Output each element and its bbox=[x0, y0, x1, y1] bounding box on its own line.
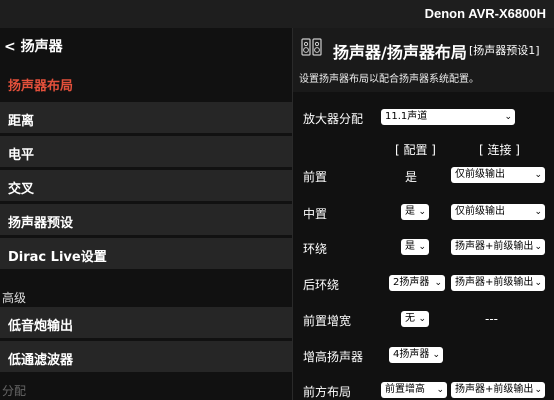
right-panel: 扬声器/扬声器布局 [扬声器预设1] 设置扬声器布局以配合扬声器系统配置。 放大… bbox=[292, 28, 554, 400]
column-config: [ 配置 ] bbox=[395, 143, 436, 157]
menu-item-label: 低通滤波器 bbox=[8, 353, 74, 368]
chevron-down-icon: ⌄ bbox=[534, 278, 542, 288]
select-value: 无 bbox=[405, 313, 415, 324]
row-label-front-wide: 前置增宽 bbox=[303, 314, 352, 328]
chevron-down-icon: ⌄ bbox=[504, 112, 512, 122]
select-value: 扬声器+前级输出 bbox=[455, 384, 534, 395]
model-name: Denon AVR-X6800H bbox=[424, 6, 546, 21]
amp-assign-select[interactable]: 11.1声道 ⌄ bbox=[381, 109, 515, 125]
height-speakers-config-select[interactable]: 4扬声器 ⌄ bbox=[389, 347, 443, 363]
select-value: 扬声器+前级输出 bbox=[455, 277, 534, 288]
select-value: 是 bbox=[405, 241, 415, 252]
menu-item-label: 电平 bbox=[8, 148, 35, 163]
center-config-select[interactable]: 是 ⌄ bbox=[401, 204, 429, 220]
row-label-surround: 环绕 bbox=[303, 242, 328, 256]
chevron-down-icon: ⌄ bbox=[534, 385, 542, 395]
chevron-down-icon: ⌄ bbox=[418, 242, 426, 252]
row-label-surround-back: 后环绕 bbox=[303, 278, 340, 292]
center-connect-select[interactable]: 仅前级输出 ⌄ bbox=[451, 204, 545, 220]
back-button[interactable]: < 扬声器 bbox=[4, 36, 63, 56]
front-wide-connect-value: --- bbox=[485, 312, 498, 326]
chevron-down-icon: ⌄ bbox=[534, 242, 542, 252]
front-wide-config-select[interactable]: 无 ⌄ bbox=[401, 311, 429, 327]
menu-item-label: 距离 bbox=[8, 114, 35, 129]
chevron-down-icon: ⌄ bbox=[434, 278, 442, 288]
section-advanced: 高级 bbox=[2, 291, 27, 305]
top-bar: Denon AVR-X6800H bbox=[0, 0, 554, 28]
menu-item-speaker-layout[interactable]: 扬声器布局 bbox=[0, 66, 292, 98]
menu-item-label: 扬声器布局 bbox=[8, 79, 74, 94]
menu-item-subwoofer-output[interactable]: 低音炮输出 bbox=[0, 306, 292, 338]
select-value: 前置增高 bbox=[385, 384, 425, 395]
surround-connect-select[interactable]: 扬声器+前级输出 ⌄ bbox=[451, 239, 545, 255]
page-description: 设置扬声器布局以配合扬声器系统配置。 bbox=[299, 74, 479, 85]
preset-badge: [扬声器预设1] bbox=[469, 44, 540, 57]
chevron-down-icon: ⌄ bbox=[436, 385, 444, 395]
menu-item-label: 交叉 bbox=[8, 182, 35, 197]
select-value: 4扬声器 bbox=[393, 349, 430, 360]
front-connect-select[interactable]: 仅前级输出 ⌄ bbox=[451, 167, 545, 183]
panel-header: 扬声器/扬声器布局 [扬声器预设1] 设置扬声器布局以配合扬声器系统配置。 bbox=[293, 28, 554, 92]
chevron-down-icon: ⌄ bbox=[534, 170, 542, 180]
select-value: 11.1声道 bbox=[385, 111, 428, 122]
surround-back-config-select[interactable]: 2扬声器 ⌄ bbox=[389, 275, 445, 291]
select-value: 2扬声器 bbox=[393, 277, 430, 288]
row-label-center: 中置 bbox=[303, 207, 328, 221]
front-layout-config-select[interactable]: 前置增高 ⌄ bbox=[381, 382, 447, 398]
select-value: 仅前级输出 bbox=[455, 169, 505, 180]
menu-item-lowpass-filter[interactable]: 低通滤波器 bbox=[0, 340, 292, 372]
menu-item-level[interactable]: 电平 bbox=[0, 135, 292, 167]
row-label-front: 前置 bbox=[303, 170, 328, 184]
surround-back-connect-select[interactable]: 扬声器+前级输出 ⌄ bbox=[451, 275, 545, 291]
menu-item-distance[interactable]: 距离 bbox=[0, 101, 292, 133]
chevron-down-icon: ⌄ bbox=[418, 314, 426, 324]
select-value: 是 bbox=[405, 206, 415, 217]
row-label-front-layout: 前方布局 bbox=[303, 385, 352, 399]
column-connect: [ 连接 ] bbox=[479, 143, 520, 157]
surround-config-select[interactable]: 是 ⌄ bbox=[401, 239, 429, 255]
menu-item-dirac-live[interactable]: Dirac Live设置 bbox=[0, 237, 292, 269]
menu-item-label: 低音炮输出 bbox=[8, 319, 74, 334]
row-label-height-speakers: 增高扬声器 bbox=[303, 350, 364, 364]
left-menu: < 扬声器 扬声器布局 距离 电平 交叉 扬声器预设 Dirac Live设置 … bbox=[0, 28, 292, 400]
chevron-down-icon: ⌄ bbox=[418, 207, 426, 217]
select-value: 扬声器+前级输出 bbox=[455, 241, 534, 252]
speaker-icon bbox=[301, 38, 322, 56]
amp-assign-label: 放大器分配 bbox=[303, 112, 364, 126]
front-layout-connect-select[interactable]: 扬声器+前级输出 ⌄ bbox=[451, 382, 545, 398]
section-assign: 分配 bbox=[2, 384, 27, 398]
menu-item-label: 扬声器预设 bbox=[8, 216, 74, 231]
menu-item-label: Dirac Live设置 bbox=[8, 250, 107, 265]
select-value: 仅前级输出 bbox=[455, 206, 505, 217]
page-title: 扬声器/扬声器布局 bbox=[333, 43, 467, 62]
chevron-down-icon: ⌄ bbox=[432, 350, 440, 360]
menu-item-speaker-preset[interactable]: 扬声器预设 bbox=[0, 203, 292, 235]
front-config-value: 是 bbox=[405, 170, 418, 184]
menu-item-crossover[interactable]: 交叉 bbox=[0, 169, 292, 201]
chevron-down-icon: ⌄ bbox=[534, 207, 542, 217]
